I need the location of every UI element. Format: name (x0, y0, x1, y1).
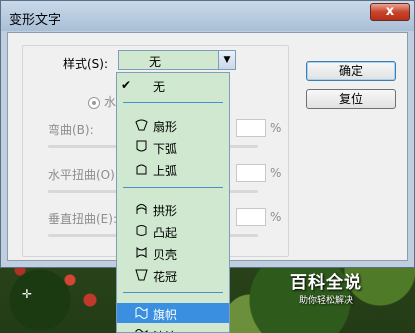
horizontal-distortion-label: 水平扭曲(O): (48, 168, 119, 182)
dropdown-item-label: 扇形 (153, 120, 178, 134)
dropdown-separator (123, 187, 223, 188)
dropdown-item-none[interactable]: ✔ 无 (117, 75, 229, 95)
dropdown-separator (123, 102, 223, 103)
vertical-distortion-label: 垂直扭曲(E): (48, 212, 117, 226)
radio-icon (88, 96, 100, 109)
dropdown-item-arc-upper[interactable]: 上弧 (117, 159, 229, 179)
dropdown-item-wave[interactable]: 波浪 (117, 325, 229, 332)
dropdown-item-label: 波浪 (153, 328, 177, 332)
dropdown-item-arch[interactable]: 拱形 (117, 199, 229, 219)
watermark-subtitle: 助你轻松解决 (298, 296, 353, 306)
dropdown-item-label: 无 (153, 80, 166, 94)
vertical-distortion-field[interactable] (236, 208, 266, 226)
vertical-distortion-unit: % (270, 210, 282, 224)
arc-icon (135, 119, 148, 131)
arc-upper-icon (136, 164, 147, 175)
dropdown-item-flower[interactable]: 花冠 (117, 265, 229, 285)
dropdown-item-arc-lower[interactable]: 下弧 (117, 137, 229, 157)
shell-icon (136, 246, 147, 259)
style-dropdown-list[interactable]: ✔ 无 扇形 下弧 上弧 拱形 凸起 贝壳 花冠 旗帜 波浪 (116, 72, 230, 333)
flower-icon (135, 269, 148, 281)
dropdown-item-label: 花冠 (153, 270, 178, 284)
style-label: 样式(S): (63, 57, 109, 71)
bend-field[interactable] (236, 119, 266, 137)
reset-button[interactable]: 复位 (306, 89, 396, 109)
close-icon: x (385, 4, 395, 19)
watermark: 百科全说 助你轻松解决 (290, 268, 362, 306)
dropdown-item-label: 旗帜 (153, 308, 178, 322)
arch-icon (136, 204, 147, 214)
watermark-title: 百科全说 (290, 273, 362, 293)
dropdown-item-label: 上弧 (153, 164, 178, 178)
title-bar: 变形文字 x (1, 1, 414, 31)
dropdown-item-label: 凸起 (153, 226, 178, 240)
dropdown-item-flag[interactable]: 旗帜 (117, 303, 229, 323)
horizontal-distortion-unit: % (270, 166, 282, 180)
bulge-icon (136, 225, 147, 236)
close-button[interactable]: x (370, 3, 410, 21)
dropdown-item-shell[interactable]: 贝壳 (117, 243, 229, 263)
horizontal-distortion-field[interactable] (236, 164, 266, 182)
style-select-value: 无 (149, 55, 162, 69)
bend-label: 弯曲(B): (48, 123, 94, 137)
dropdown-separator (123, 292, 223, 293)
dropdown-item-label: 拱形 (153, 204, 178, 218)
dropdown-item-arc[interactable]: 扇形 (117, 115, 229, 135)
wave-icon (135, 329, 148, 332)
arc-lower-icon (136, 140, 147, 152)
style-select[interactable]: 无 ▼ (118, 50, 236, 70)
dialog-title: 变形文字 (9, 13, 62, 28)
flag-icon (135, 307, 148, 319)
chevron-down-icon[interactable]: ▼ (218, 51, 235, 69)
dropdown-item-label: 贝壳 (153, 248, 178, 262)
ok-button[interactable]: 确定 (306, 61, 396, 81)
dropdown-item-label: 下弧 (153, 142, 178, 156)
crosshair-icon: ✛ (22, 287, 33, 301)
bend-unit: % (270, 121, 282, 135)
check-icon: ✔ (121, 78, 132, 92)
dropdown-item-bulge[interactable]: 凸起 (117, 221, 229, 241)
